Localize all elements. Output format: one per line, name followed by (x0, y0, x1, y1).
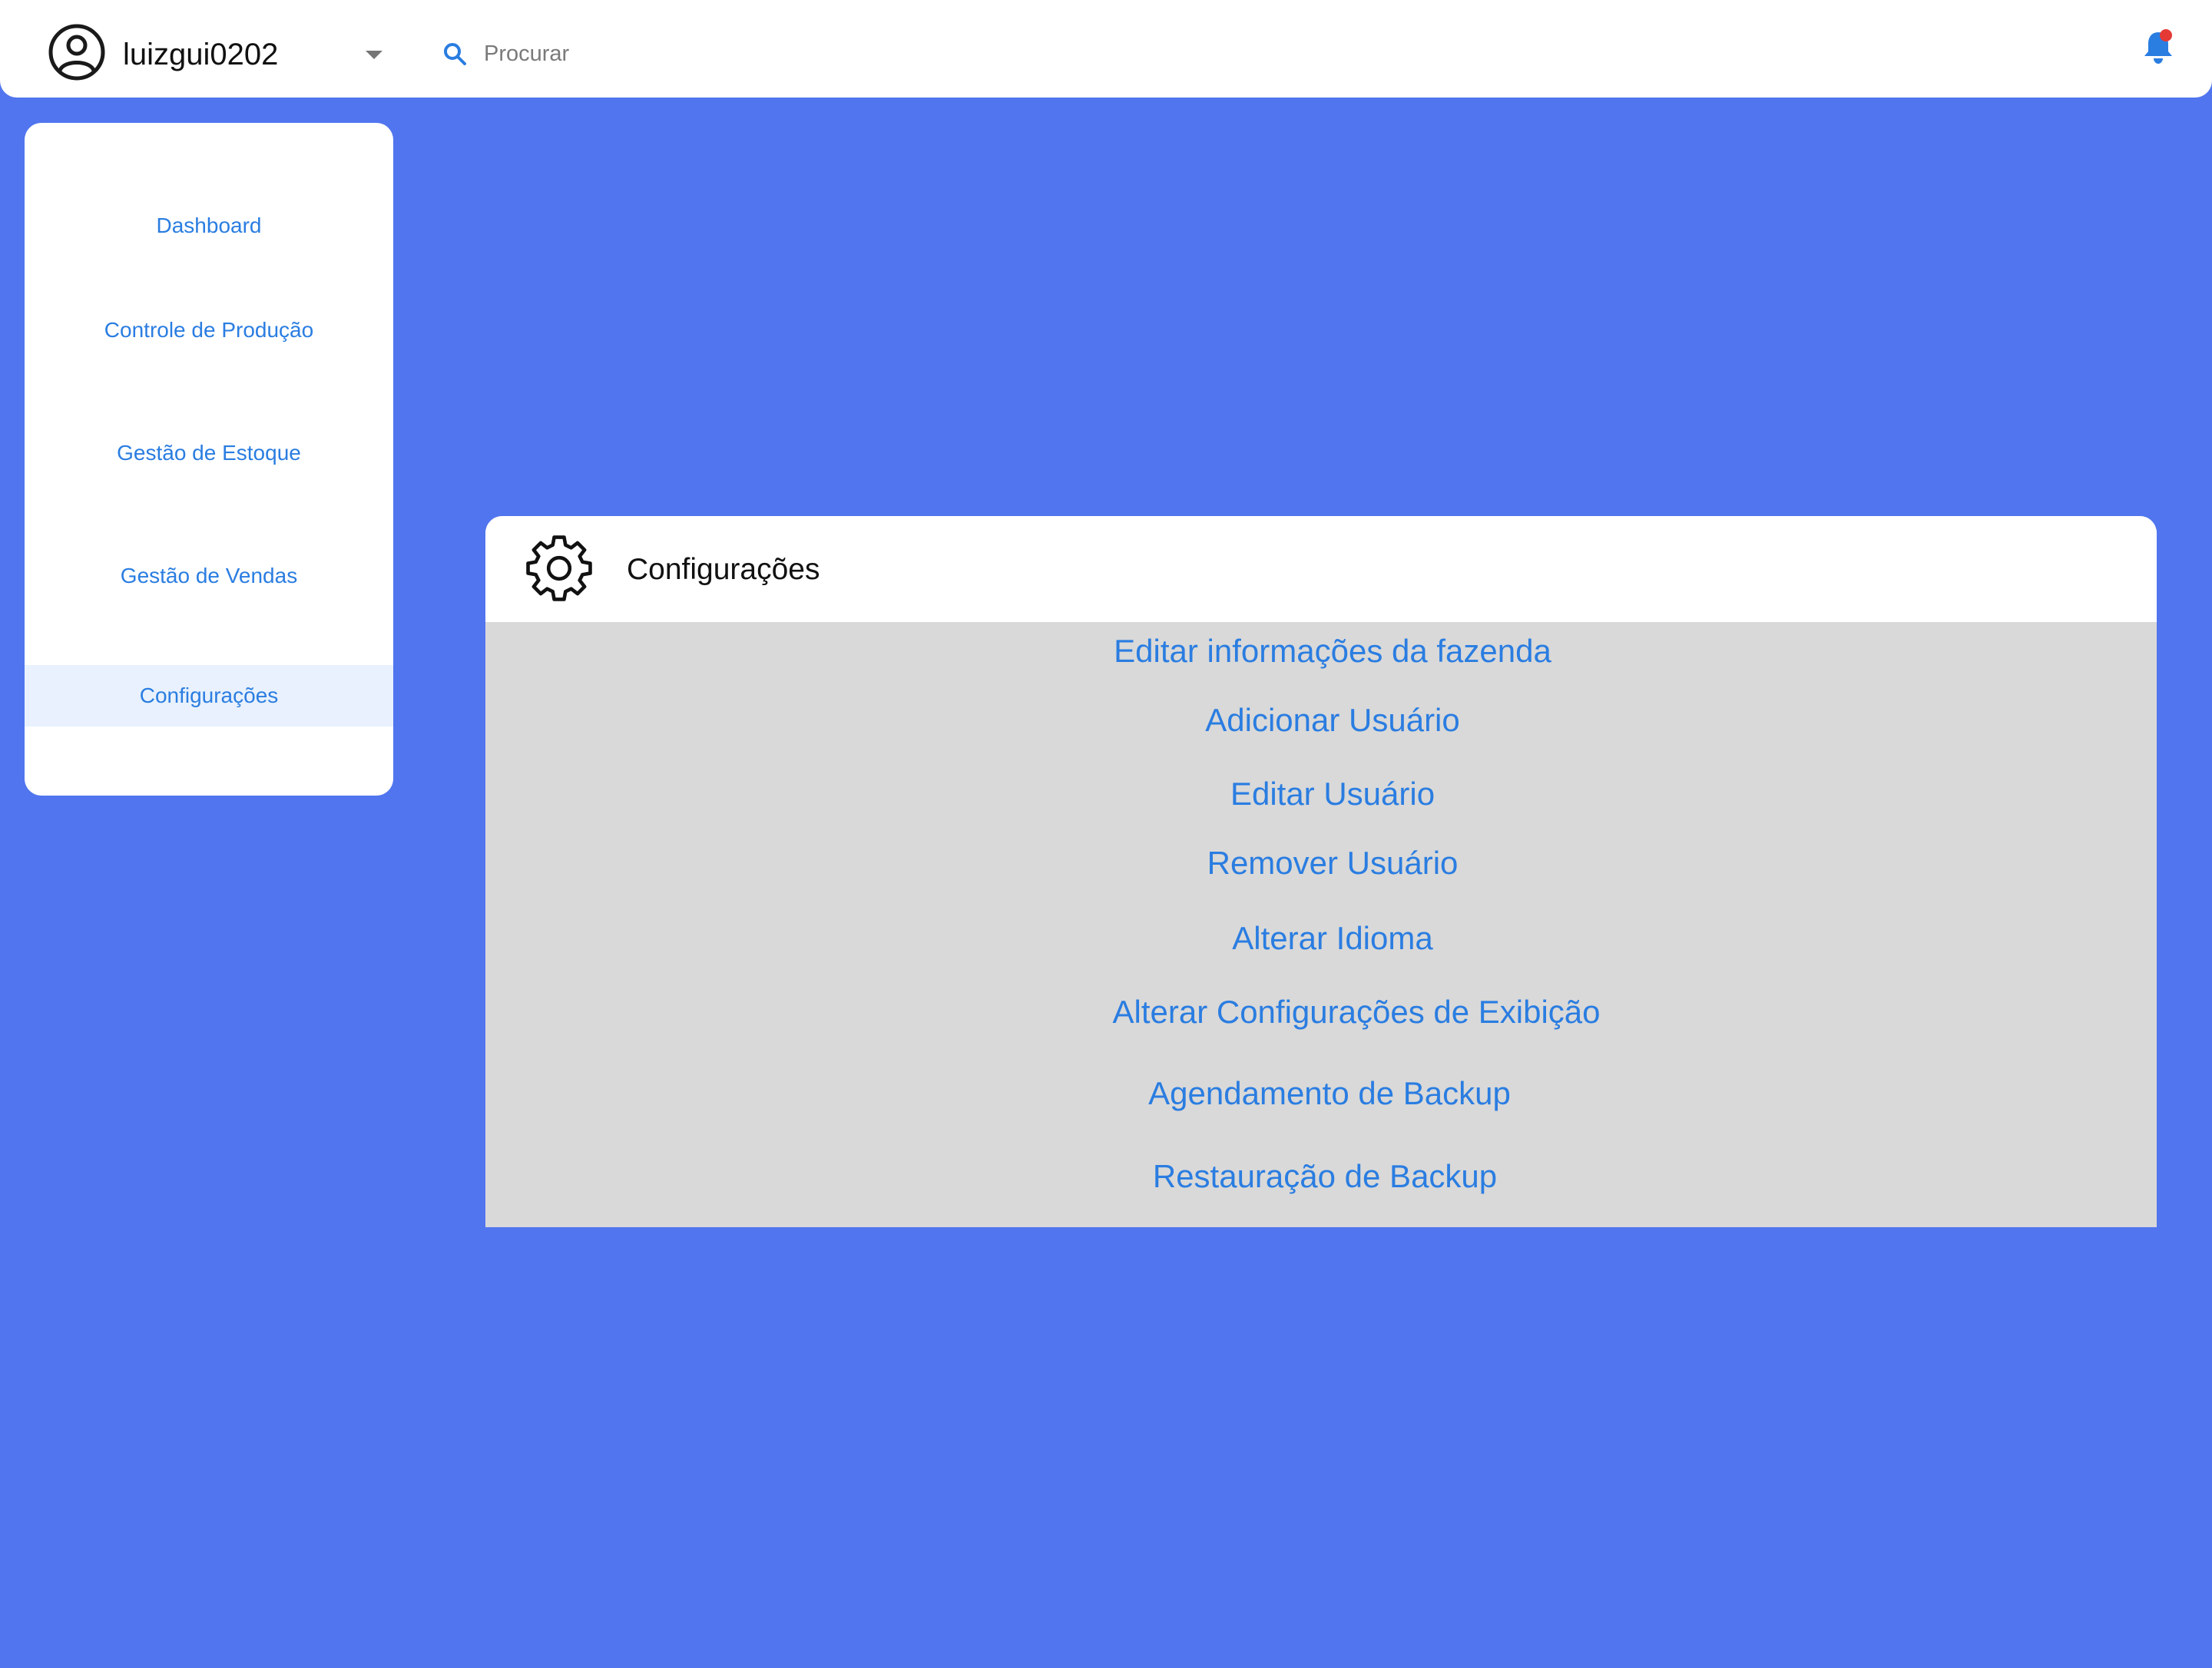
settings-panel: Configurações Editar informações da faze… (485, 516, 2157, 1227)
notification-dot (2160, 29, 2172, 41)
search-bar (442, 38, 765, 69)
caret-down-icon[interactable] (366, 51, 382, 59)
sidebar-item-gestao-de-vendas[interactable]: Gestão de Vendas (25, 545, 393, 607)
settings-title: Configurações (627, 553, 820, 586)
sidebar-item-label: Dashboard (156, 213, 262, 237)
user-avatar-icon[interactable] (48, 23, 106, 81)
option-remover-usuario[interactable]: Remover Usuário (1207, 843, 1459, 883)
sidebar: Dashboard Controle de Produção Gestão de… (25, 123, 393, 796)
option-editar-usuario[interactable]: Editar Usuário (1230, 774, 1435, 814)
username-label: luizgui0202 (123, 38, 279, 71)
top-bar: luizgui0202 (0, 0, 2212, 98)
gear-icon (526, 535, 592, 601)
sidebar-item-controle-de-producao[interactable]: Controle de Produção (25, 300, 393, 361)
settings-panel-header: Configurações (485, 516, 2157, 622)
option-alterar-configuracoes-exibicao[interactable]: Alterar Configurações de Exibição (1112, 992, 1600, 1032)
sidebar-item-label: Configurações (139, 683, 279, 707)
option-restauracao-backup[interactable]: Restauração de Backup (1153, 1157, 1497, 1196)
option-editar-informacoes-fazenda[interactable]: Editar informações da fazenda (1114, 631, 1551, 671)
search-input[interactable] (484, 38, 760, 69)
search-icon[interactable] (442, 41, 467, 66)
sidebar-item-label: Gestão de Vendas (120, 564, 298, 587)
sidebar-item-dashboard[interactable]: Dashboard (25, 195, 393, 256)
sidebar-item-label: Controle de Produção (104, 318, 314, 342)
sidebar-item-label: Gestão de Estoque (117, 441, 301, 465)
option-agendamento-backup[interactable]: Agendamento de Backup (1148, 1074, 1511, 1114)
sidebar-item-gestao-de-estoque[interactable]: Gestão de Estoque (25, 422, 393, 484)
option-adicionar-usuario[interactable]: Adicionar Usuário (1205, 700, 1460, 740)
option-alterar-idioma[interactable]: Alterar Idioma (1232, 918, 1432, 958)
sidebar-item-configuracoes[interactable]: Configurações (25, 665, 393, 726)
